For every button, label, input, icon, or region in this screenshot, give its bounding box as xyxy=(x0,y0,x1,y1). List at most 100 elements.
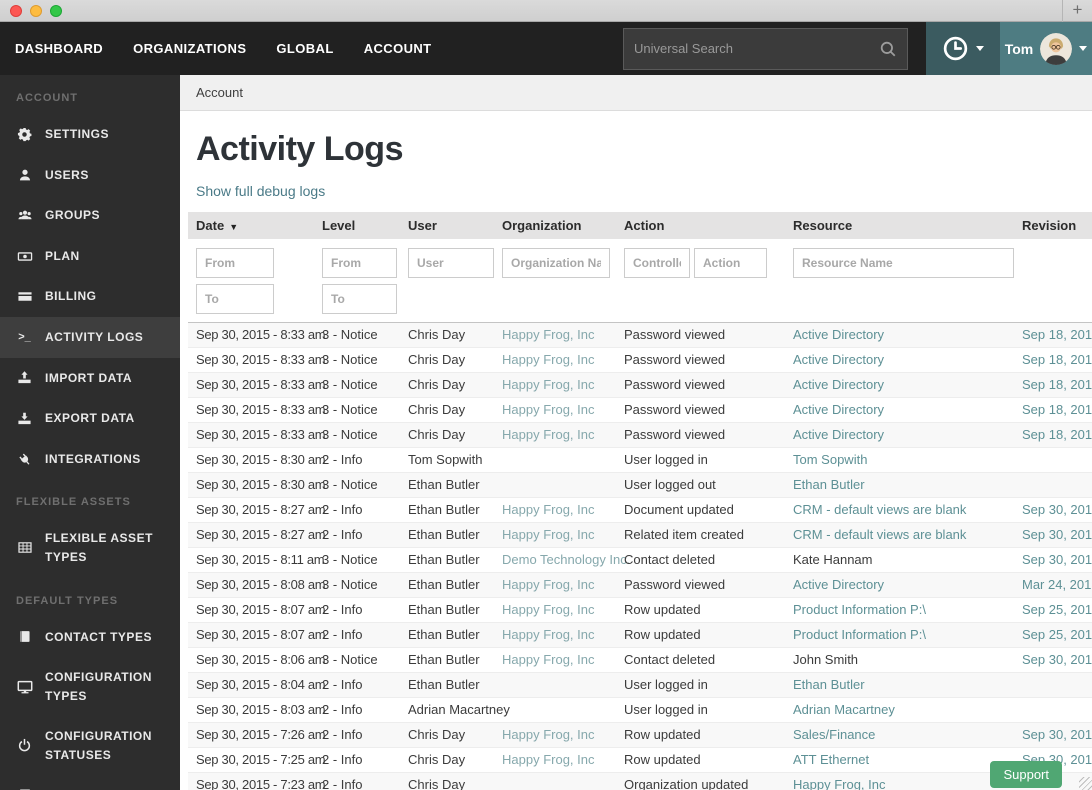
minimize-window-button[interactable] xyxy=(30,4,42,17)
close-window-button[interactable] xyxy=(10,4,22,17)
sidebar-item-manufacturers[interactable]: MANUFACTURERS xyxy=(0,776,180,790)
cell-organization[interactable]: Happy Frog, Inc xyxy=(494,523,616,547)
cell-action: Password viewed xyxy=(624,402,726,417)
cell-revision[interactable]: Sep 18, 2015 xyxy=(1014,348,1092,372)
cell-resource[interactable]: Active Directory xyxy=(785,573,1014,597)
user-menu[interactable]: Tom xyxy=(1000,22,1092,75)
cell-revision[interactable]: Sep 30, 2015 xyxy=(1014,498,1092,522)
cell-resource[interactable]: CRM - default views are blank xyxy=(785,498,1014,522)
column-header-resource[interactable]: Resource xyxy=(785,218,1014,233)
support-button[interactable]: Support xyxy=(990,761,1062,788)
sidebar-item-users[interactable]: USERS xyxy=(0,155,180,196)
column-header-user[interactable]: User xyxy=(400,218,494,233)
sidebar-item-configuration-types[interactable]: CONFIGURATION TYPES xyxy=(0,657,180,716)
sidebar-item-settings[interactable]: SETTINGS xyxy=(0,114,180,155)
filter-resource-input[interactable] xyxy=(793,248,1014,278)
cell-organization[interactable]: Happy Frog, Inc xyxy=(494,598,616,622)
cell-organization[interactable]: Happy Frog, Inc xyxy=(494,423,616,447)
cell-resource[interactable]: Active Directory xyxy=(785,423,1014,447)
cell-resource[interactable]: Active Directory xyxy=(785,348,1014,372)
cell-resource[interactable]: CRM - default views are blank xyxy=(785,523,1014,547)
cell-organization[interactable]: Happy Frog, Inc xyxy=(494,398,616,422)
resize-handle[interactable] xyxy=(1079,777,1092,790)
cell-resource[interactable]: Active Directory xyxy=(785,373,1014,397)
cell-organization[interactable]: Happy Frog, Inc xyxy=(494,573,616,597)
cell-revision[interactable]: Sep 18, 2015 xyxy=(1014,423,1092,447)
filter-controller-input[interactable] xyxy=(624,248,690,278)
cell-organization[interactable]: Happy Frog, Inc xyxy=(494,323,616,347)
cell-organization[interactable]: Happy Frog, Inc xyxy=(494,498,616,522)
nav-item-account[interactable]: ACCOUNT xyxy=(349,22,447,75)
sidebar-item-export-data[interactable]: EXPORT DATA xyxy=(0,398,180,439)
cell-resource[interactable]: Sales/Finance xyxy=(785,723,1014,747)
nav-item-organizations[interactable]: ORGANIZATIONS xyxy=(118,22,261,75)
cell-resource[interactable]: Active Directory xyxy=(785,398,1014,422)
cell-resource[interactable]: Happy Frog, Inc xyxy=(785,773,1014,790)
sidebar-item-billing[interactable]: BILLING xyxy=(0,276,180,317)
nav-item-dashboard[interactable]: DASHBOARD xyxy=(0,22,118,75)
cell-date: Sep 30, 2015 - 8:30 am xyxy=(196,477,326,492)
cell-user: Ethan Butler xyxy=(408,477,480,492)
filter-date-from-input[interactable] xyxy=(196,248,274,278)
filter-user-input[interactable] xyxy=(408,248,494,278)
cell-resource[interactable]: Ethan Butler xyxy=(785,473,1014,497)
cell-resource[interactable]: Active Directory xyxy=(785,323,1014,347)
column-header-level[interactable]: Level xyxy=(314,218,400,233)
cell-revision[interactable]: Sep 25, 2015 xyxy=(1014,598,1092,622)
show-debug-logs-link[interactable]: Show full debug logs xyxy=(196,183,325,199)
column-header-date[interactable]: Date ▼ xyxy=(188,218,314,233)
cell-revision[interactable]: Sep 30, 2015 xyxy=(1014,548,1092,572)
user-icon xyxy=(16,168,33,182)
column-header-action[interactable]: Action xyxy=(616,218,785,233)
cell-revision[interactable]: Sep 18, 2015 xyxy=(1014,373,1092,397)
sidebar-item-plan[interactable]: PLAN xyxy=(0,236,180,277)
cell-resource[interactable]: Tom Sopwith xyxy=(785,448,1014,472)
sidebar-item-flexible-asset-types[interactable]: FLEXIBLE ASSET TYPES xyxy=(0,518,180,577)
sidebar-item-configuration-statuses[interactable]: CONFIGURATION STATUSES xyxy=(0,716,180,775)
cell-resource[interactable]: Product Information P:\ xyxy=(785,623,1014,647)
sidebar-item-import-data[interactable]: IMPORT DATA xyxy=(0,358,180,399)
sidebar-item-integrations[interactable]: INTEGRATIONS xyxy=(0,439,180,480)
cell-revision[interactable]: Sep 30, 2015 xyxy=(1014,648,1092,672)
cell-organization[interactable]: Happy Frog, Inc xyxy=(494,623,616,647)
sidebar-item-activity-logs[interactable]: >_ ACTIVITY LOGS xyxy=(0,316,180,358)
breadcrumb[interactable]: Account xyxy=(196,85,243,100)
cell-organization[interactable]: Happy Frog, Inc xyxy=(494,723,616,747)
upload-icon xyxy=(16,370,33,385)
cell-revision[interactable]: Sep 18, 2015 xyxy=(1014,398,1092,422)
cell-resource[interactable]: Product Information P:\ xyxy=(785,598,1014,622)
cell-organization[interactable]: Happy Frog, Inc xyxy=(494,348,616,372)
filter-organization-input[interactable] xyxy=(502,248,610,278)
sidebar-item-contact-types[interactable]: CONTACT TYPES xyxy=(0,617,180,658)
filter-date-to-input[interactable] xyxy=(196,284,274,314)
search-input[interactable] xyxy=(634,41,879,56)
cell-resource[interactable]: Ethan Butler xyxy=(785,673,1014,697)
column-header-organization[interactable]: Organization xyxy=(494,218,616,233)
browser-chrome: + xyxy=(0,0,1092,22)
cell-organization[interactable]: Happy Frog, Inc xyxy=(494,748,616,772)
cell-action: User logged out xyxy=(624,477,716,492)
cell-revision[interactable]: Sep 30, 2015 xyxy=(1014,523,1092,547)
cell-revision[interactable]: Sep 30, 2015 xyxy=(1014,723,1092,747)
column-header-revision[interactable]: Revision xyxy=(1014,218,1092,233)
zoom-window-button[interactable] xyxy=(50,4,62,17)
cell-organization[interactable]: Happy Frog, Inc xyxy=(494,648,616,672)
cell-revision[interactable]: Mar 24, 2015 xyxy=(1014,573,1092,597)
filter-level-to-input[interactable] xyxy=(322,284,397,314)
universal-search-box[interactable] xyxy=(623,27,908,70)
recent-items-menu[interactable] xyxy=(926,22,1000,75)
new-tab-button[interactable]: + xyxy=(1062,0,1092,22)
filter-level-from-input[interactable] xyxy=(322,248,397,278)
nav-item-global[interactable]: GLOBAL xyxy=(261,22,348,75)
cell-organization[interactable]: Happy Frog, Inc xyxy=(494,373,616,397)
cell-resource[interactable]: Adrian Macartney xyxy=(785,698,1014,722)
cell-organization[interactable]: Demo Technology Inc. xyxy=(494,548,630,572)
cell-resource[interactable]: ATT Ethernet xyxy=(785,748,1014,772)
cell-revision[interactable]: Sep 18, 2015 xyxy=(1014,323,1092,347)
table-row: Sep 30, 2015 - 8:07 am 2 - Info Ethan Butl… xyxy=(188,598,1092,623)
cell-revision[interactable]: Sep 25, 2015 xyxy=(1014,623,1092,647)
filter-action-input[interactable] xyxy=(694,248,767,278)
money-icon xyxy=(16,249,33,264)
cell-action: Row updated xyxy=(624,727,701,742)
sidebar-item-groups[interactable]: GROUPS xyxy=(0,195,180,236)
